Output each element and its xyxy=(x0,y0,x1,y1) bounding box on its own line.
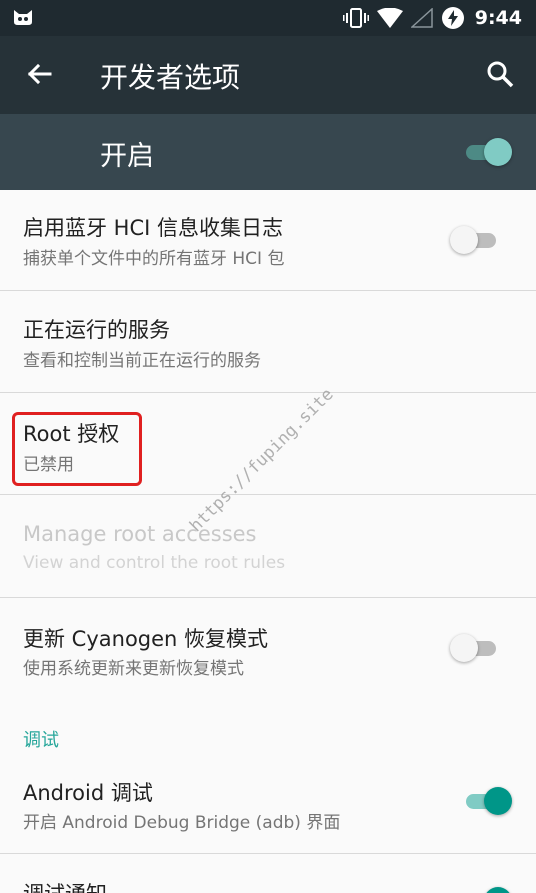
setting-android-debugging[interactable]: Android 调试 开启 Android Debug Bridge (adb)… xyxy=(0,760,536,852)
battery-charging-icon xyxy=(441,7,464,29)
status-time: 9:44 xyxy=(474,7,522,29)
android-debugging-toggle[interactable] xyxy=(462,787,512,815)
setting-summary: 开启 Android Debug Bridge (adb) 界面 xyxy=(23,813,341,833)
setting-title: 调试通知 xyxy=(23,878,107,893)
setting-running-services[interactable]: 正在运行的服务 查看和控制当前正在运行的服务 xyxy=(0,291,536,392)
setting-summary: 使用系统更新来更新恢复模式 xyxy=(23,659,244,679)
setting-summary: View and control the root rules xyxy=(23,553,286,573)
setting-bluetooth-hci-log[interactable]: 启用蓝牙 HCI 信息收集日志 捕获单个文件中的所有蓝牙 HCI 包 xyxy=(0,190,536,290)
app-toolbar: 开发者选项 xyxy=(0,36,536,114)
cyanogen-recovery-toggle[interactable] xyxy=(450,634,500,662)
setting-debug-notifications[interactable]: 调试通知 xyxy=(0,854,536,893)
wifi-icon xyxy=(376,8,403,28)
master-switch-row[interactable]: 开启 xyxy=(0,114,536,190)
setting-update-cyanogen-recovery[interactable]: 更新 Cyanogen 恢复模式 使用系统更新来更新恢复模式 xyxy=(0,598,536,698)
master-switch-label: 开启 xyxy=(100,141,154,172)
setting-summary: 查看和控制当前正在运行的服务 xyxy=(23,351,261,371)
setting-summary: 捕获单个文件中的所有蓝牙 HCI 包 xyxy=(23,249,285,269)
status-bar: 9:44 xyxy=(0,0,536,36)
search-icon[interactable] xyxy=(484,58,516,90)
category-header-debug: 调试 xyxy=(23,730,59,751)
cat-icon xyxy=(14,10,32,25)
setting-manage-root-accesses: Manage root accesses View and control th… xyxy=(0,495,536,597)
setting-title: 正在运行的服务 xyxy=(23,318,170,342)
page-title: 开发者选项 xyxy=(100,61,241,94)
hci-log-toggle[interactable] xyxy=(450,226,500,254)
signal-icon xyxy=(410,8,433,28)
debug-notifications-toggle[interactable] xyxy=(462,887,512,893)
vibrate-icon xyxy=(342,8,369,28)
arrow-back-icon[interactable] xyxy=(24,58,56,90)
setting-title: Manage root accesses xyxy=(23,522,257,546)
master-switch-toggle[interactable] xyxy=(462,138,512,166)
setting-title: 更新 Cyanogen 恢复模式 xyxy=(23,627,269,651)
highlight-annotation-box xyxy=(12,412,142,486)
setting-title: Android 调试 xyxy=(23,781,153,805)
setting-title: 启用蓝牙 HCI 信息收集日志 xyxy=(23,216,283,240)
status-icons: 9:44 xyxy=(342,5,522,31)
